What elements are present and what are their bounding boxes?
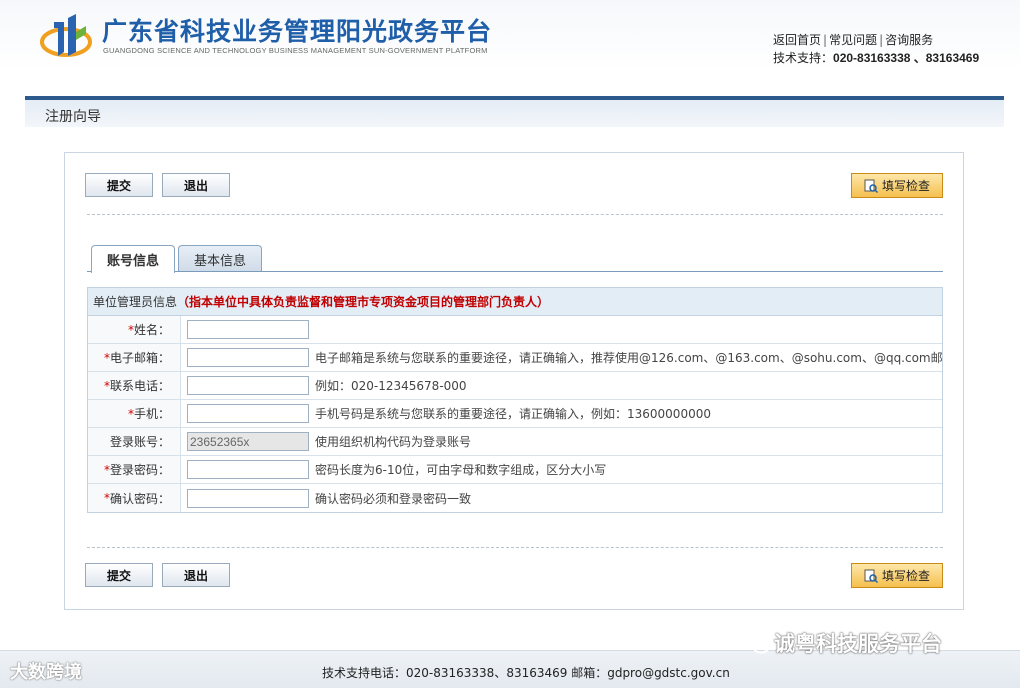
email-hint: 电子邮箱是系统与您联系的重要途径，请正确输入，推荐使用@126.com、@163… (315, 351, 942, 365)
form-section-note: （指本单位中具体负责监督和管理市专项资金项目的管理部门负责人） (177, 295, 550, 309)
form-row-name: * 姓名： (88, 316, 942, 344)
field-label: 登录密码： (109, 463, 170, 477)
watermark-right: 诚粤科技服务平台 (742, 628, 942, 658)
registration-panel: 提交 退出 填写检查 账号信息 基本信息 单位管理员信息 （指本单位中具体负责监督… (64, 152, 964, 610)
watermark-right-text: 诚粤科技服务平台 (774, 632, 942, 656)
field-label: 手机： (133, 407, 170, 421)
link-faq[interactable]: 常见问题 (829, 33, 877, 47)
page-banner: 注册向导 (25, 96, 1004, 127)
platform-logo-icon (40, 14, 92, 57)
form-section-title: 单位管理员信息 (93, 295, 178, 309)
field-label: 电子邮箱： (109, 351, 170, 365)
site-title: 广东省科技业务管理阳光政务平台 (102, 17, 493, 46)
divider (87, 547, 943, 548)
site-header: 广东省科技业务管理阳光政务平台 GUANGDONG SCIENCE AND TE… (0, 0, 1020, 96)
confirm-password-hint: 确认密码必须和登录密码一致 (315, 491, 472, 506)
fill-check-button-bottom[interactable]: 填写检查 (851, 563, 943, 588)
mobile-hint: 手机号码是系统与您联系的重要途径，请正确输入，例如：13600000000 (315, 407, 711, 421)
form-row-confirm-password: * 确认密码： 确认密码必须和登录密码一致 (88, 484, 942, 512)
tab-basic-info[interactable]: 基本信息 (178, 245, 262, 272)
top-links: 返回首页 | 常见问题 | 咨询服务 (773, 33, 934, 47)
field-label: 确认密码： (109, 491, 170, 506)
email-input[interactable] (187, 348, 309, 367)
field-label: 姓名： (133, 323, 170, 337)
login-account-input (187, 432, 309, 451)
tab-account-info[interactable]: 账号信息 (91, 245, 175, 273)
form-section-header: 单位管理员信息 （指本单位中具体负责监督和管理市专项资金项目的管理部门负责人） (88, 288, 942, 316)
fill-check-label: 填写检查 (881, 179, 930, 193)
field-label: 登录账号： (109, 435, 170, 449)
footer-contact: 技术支持电话：020-83163338、83163469 邮箱：gdpro@gd… (322, 666, 730, 680)
form-row-phone: * 联系电话： 例如：020-12345678-000 (88, 372, 942, 400)
exit-button-bottom[interactable]: 退出 (162, 563, 230, 587)
mobile-input[interactable] (187, 404, 309, 423)
tech-support: 技术支持：020-83163338 、83163469 (773, 49, 979, 66)
tech-support-label: 技术支持： (773, 51, 834, 65)
login-account-hint: 使用组织机构代码为登录账号 (315, 435, 472, 449)
site-subtitle: GUANGDONG SCIENCE AND TECHNOLOGY BUSINES… (103, 46, 488, 55)
tech-support-numbers: 020-83163338 、83163469 (833, 51, 980, 65)
form-row-mobile: * 手机： 手机号码是系统与您联系的重要途径，请正确输入，例如：136000000… (88, 400, 942, 428)
link-home[interactable]: 返回首页 (773, 33, 821, 47)
tabs-underline (87, 271, 943, 272)
phone-input[interactable] (187, 376, 309, 395)
field-label: 联系电话： (109, 379, 170, 393)
account-form: 单位管理员信息 （指本单位中具体负责监督和管理市专项资金项目的管理部门负责人） *… (87, 287, 943, 513)
form-row-password: * 登录密码： 密码长度为6-10位，可由字母和数字组成，区分大小写 (88, 456, 942, 484)
submit-button-top[interactable]: 提交 (85, 173, 153, 197)
link-consult[interactable]: 咨询服务 (885, 33, 933, 47)
page-title: 注册向导 (45, 109, 101, 125)
exit-button-top[interactable]: 退出 (162, 173, 230, 197)
form-row-login-account: 登录账号： 使用组织机构代码为登录账号 (88, 428, 942, 456)
watermark-left: 大数跨境 (10, 658, 82, 684)
fill-check-button-top[interactable]: 填写检查 (851, 173, 943, 198)
fill-check-label: 填写检查 (881, 569, 930, 583)
divider (87, 214, 943, 215)
wechat-icon (742, 632, 770, 654)
document-search-icon (864, 179, 878, 193)
name-input[interactable] (187, 320, 309, 339)
form-row-email: * 电子邮箱： 电子邮箱是系统与您联系的重要途径，请正确输入，推荐使用@126.c… (88, 344, 942, 372)
phone-hint: 例如：020-12345678-000 (315, 379, 467, 393)
confirm-password-input[interactable] (187, 488, 309, 508)
submit-button-bottom[interactable]: 提交 (85, 563, 153, 587)
password-hint: 密码长度为6-10位，可由字母和数字组成，区分大小写 (315, 463, 607, 477)
password-input[interactable] (187, 460, 309, 479)
watermark-left-text: 大数跨境 (10, 662, 82, 683)
document-search-icon (864, 569, 878, 583)
